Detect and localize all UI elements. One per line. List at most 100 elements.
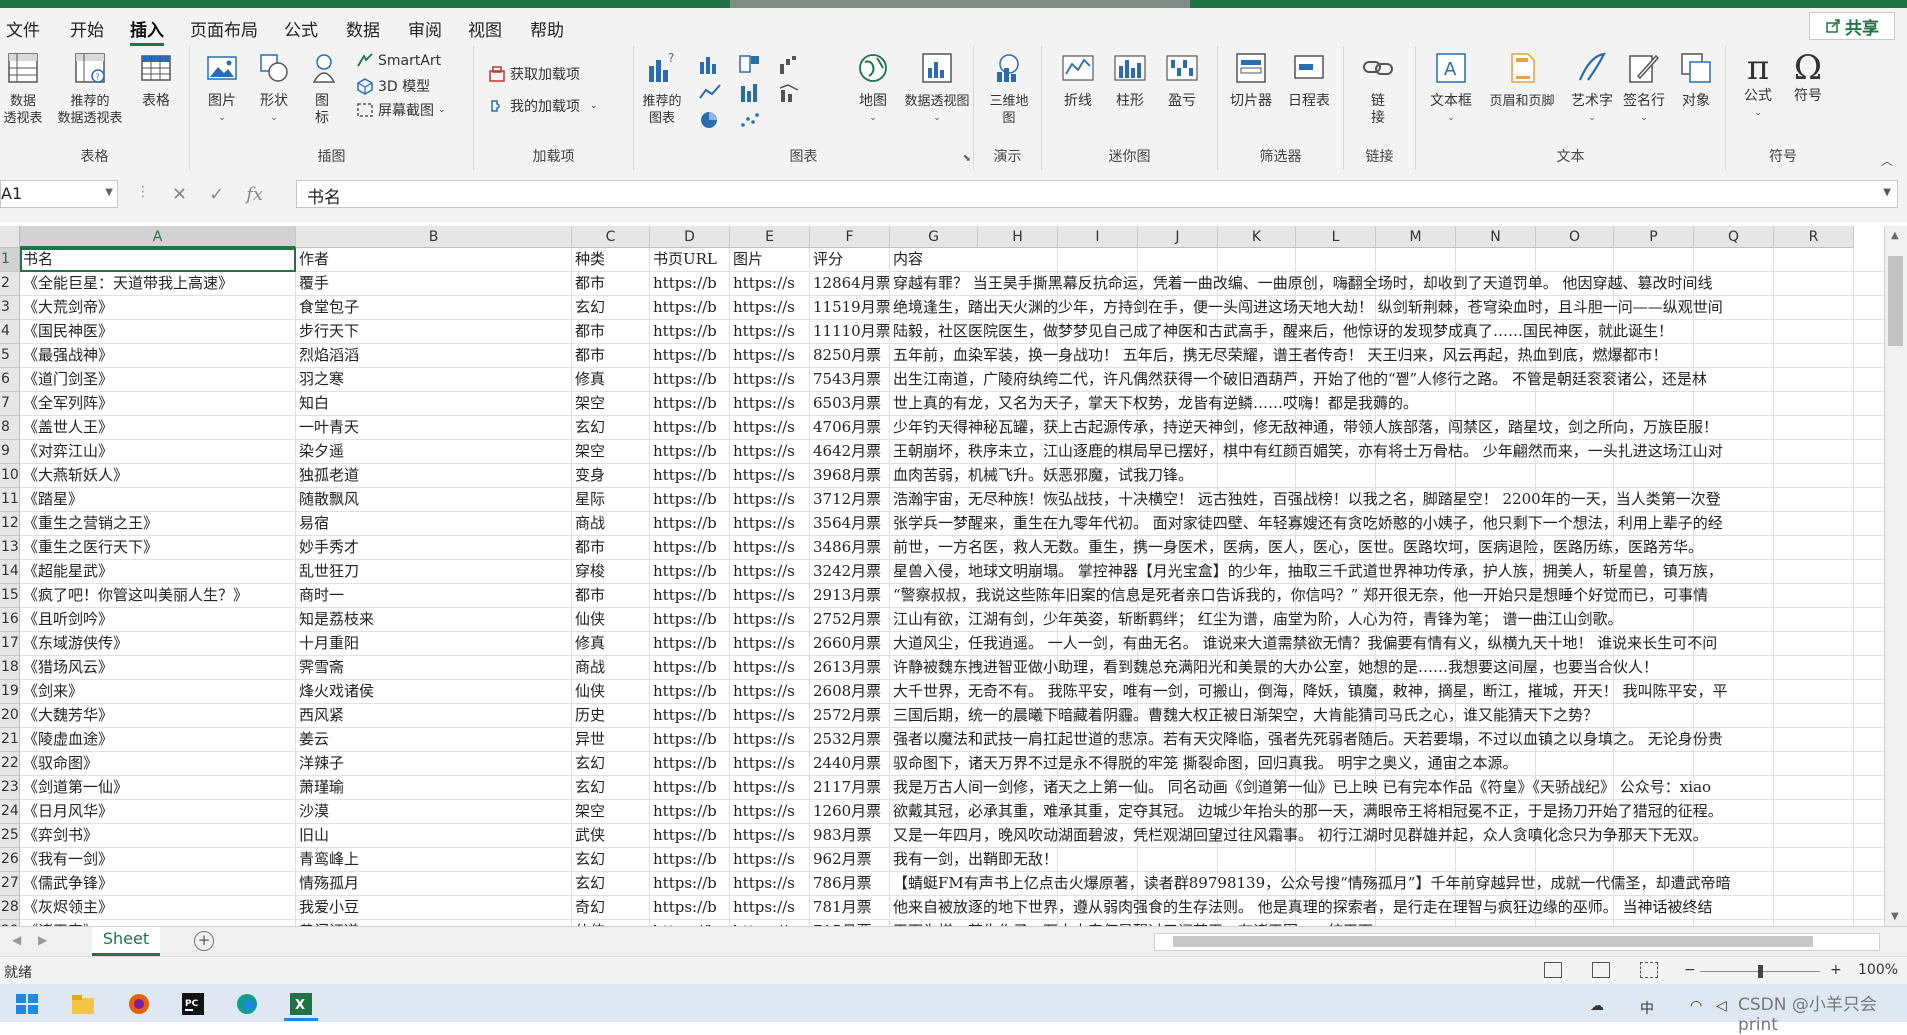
table-cell[interactable]: 《猎场风云》 bbox=[20, 656, 296, 680]
table-cell[interactable]: https://b bbox=[650, 776, 730, 800]
symbol-button[interactable]: Ω 符号 bbox=[1786, 50, 1830, 105]
menu-view[interactable]: 视图 bbox=[468, 16, 502, 41]
table-cell[interactable]: https://b bbox=[650, 488, 730, 512]
table-cell[interactable]: https://s bbox=[730, 656, 810, 680]
link-button[interactable]: 链 接 bbox=[1358, 50, 1398, 127]
table-cell[interactable]: https://s bbox=[730, 464, 810, 488]
sheet-tab[interactable]: Sheet bbox=[92, 927, 160, 956]
menu-formulas[interactable]: 公式 bbox=[284, 16, 318, 41]
row-header[interactable]: 24 bbox=[0, 800, 20, 824]
table-cell[interactable]: 修真 bbox=[572, 632, 650, 656]
pivot-table-button[interactable]: 数据 透视表 bbox=[2, 50, 44, 127]
table-cell[interactable]: 4642月票 bbox=[810, 440, 890, 464]
table-cell[interactable]: 羽之寒 bbox=[296, 368, 572, 392]
table-cell[interactable]: 2660月票 bbox=[810, 632, 890, 656]
table-cell[interactable]: 强者以魔法和武技一肩扛起世道的悲凉。若有天灾降临，强者先死弱者随后。天若要塌，不… bbox=[890, 728, 1884, 752]
cloud-icon[interactable]: ☁ bbox=[1590, 998, 1604, 1014]
table-cell[interactable]: 《国民神医》 bbox=[20, 320, 296, 344]
page-layout-view-icon[interactable] bbox=[1592, 962, 1610, 978]
table-cell[interactable]: https://s bbox=[730, 896, 810, 920]
table-cell[interactable]: https://s bbox=[730, 440, 810, 464]
table-cell[interactable]: 2613月票 bbox=[810, 656, 890, 680]
menu-page-layout[interactable]: 页面布局 bbox=[190, 16, 258, 41]
table-cell[interactable]: https://b bbox=[650, 272, 730, 296]
vertical-scroll-thumb[interactable] bbox=[1888, 256, 1903, 346]
table-cell[interactable]: 妙手秀才 bbox=[296, 536, 572, 560]
table-cell[interactable]: 《灰烬领主》 bbox=[20, 896, 296, 920]
table-cell[interactable]: 世上真的有龙，又名为天子，掌天下权势，龙皆有逆鳞……哎嗨！都是我薅的。 bbox=[890, 392, 1884, 416]
table-cell[interactable]: 天下为棋，苍生作子，万古大帝何是醒过三问苍天，有诸天图，一统天下 bbox=[890, 920, 1884, 926]
table-cell[interactable]: 《剑来》 bbox=[20, 680, 296, 704]
table-cell[interactable]: 独孤老道 bbox=[296, 464, 572, 488]
collapse-ribbon-icon[interactable]: ︿ bbox=[1881, 152, 1893, 169]
table-cell[interactable]: 少年钓天得神秘瓦罐，获上古起源传承，持逆天神剑，修无敌神通，带领人族部落，闯禁区… bbox=[890, 416, 1884, 440]
table-cell[interactable]: 玄幻 bbox=[572, 296, 650, 320]
zoom-slider-knob[interactable] bbox=[1758, 965, 1763, 978]
table-cell[interactable]: 烽火戏诸侯 bbox=[296, 680, 572, 704]
screenshot-button[interactable]: 屏幕截图 ⌄ bbox=[356, 100, 446, 120]
table-cell[interactable]: 旧山 bbox=[296, 824, 572, 848]
table-cell[interactable]: 许静被魏东拽进智亚做小助理，看到魏总充满阳光和美景的大办公室，她想的是……我想要… bbox=[890, 656, 1884, 680]
table-cell[interactable]: 1260月票 bbox=[810, 800, 890, 824]
share-button[interactable]: 共享 bbox=[1809, 12, 1895, 40]
table-cell[interactable]: 奇幻 bbox=[572, 896, 650, 920]
table-cell[interactable]: 武侠 bbox=[572, 824, 650, 848]
menu-insert[interactable]: 插入 bbox=[130, 16, 164, 41]
row-header[interactable]: 23 bbox=[0, 776, 20, 800]
sparkline-line-button[interactable]: 折线 bbox=[1058, 50, 1098, 110]
enter-icon[interactable]: ✓ bbox=[209, 184, 224, 205]
table-cell[interactable]: https://s bbox=[730, 824, 810, 848]
table-cell[interactable]: 大千世界，无奇不有。 我陈平安，唯有一剑，可搬山，倒海，降妖，镇魔，敕神，摘星，… bbox=[890, 680, 1884, 704]
table-cell[interactable]: https://s bbox=[730, 632, 810, 656]
table-cell[interactable]: 异世 bbox=[572, 728, 650, 752]
table-cell[interactable]: 姜云 bbox=[296, 728, 572, 752]
table-cell[interactable]: 玄幻 bbox=[572, 776, 650, 800]
row-header[interactable]: 12 bbox=[0, 512, 20, 536]
chevron-down-icon[interactable]: ▼ bbox=[105, 187, 113, 198]
table-cell[interactable]: https://b bbox=[650, 656, 730, 680]
table-cell[interactable]: 《且听剑吟》 bbox=[20, 608, 296, 632]
table-cell[interactable]: 《儒武争锋》 bbox=[20, 872, 296, 896]
column-header-n[interactable]: N bbox=[1456, 226, 1536, 248]
table-cell[interactable]: 血肉苦弱，机械飞升。妖恶邪魔，试我刀锋。 bbox=[890, 464, 1884, 488]
table-cell[interactable]: 食堂包子 bbox=[296, 296, 572, 320]
table-cell[interactable]: 《弈剑书》 bbox=[20, 824, 296, 848]
table-cell[interactable]: 沙漠 bbox=[296, 800, 572, 824]
scroll-up-icon[interactable]: ▲ bbox=[1891, 230, 1899, 241]
select-all-corner[interactable] bbox=[0, 226, 20, 248]
table-cell[interactable]: 随散飘风 bbox=[296, 488, 572, 512]
table-cell[interactable]: 11519月票 bbox=[810, 296, 890, 320]
table-cell[interactable]: https://s bbox=[730, 392, 810, 416]
table-cell[interactable]: https://b bbox=[650, 680, 730, 704]
row-header[interactable]: 13 bbox=[0, 536, 20, 560]
menu-review[interactable]: 审阅 bbox=[408, 16, 442, 41]
table-cell[interactable]: https://s bbox=[730, 800, 810, 824]
row-header[interactable]: 19 bbox=[0, 680, 20, 704]
normal-view-icon[interactable] bbox=[1544, 962, 1562, 978]
table-cell[interactable]: 萧瑾瑜 bbox=[296, 776, 572, 800]
timeline-button[interactable]: 日程表 bbox=[1284, 50, 1334, 110]
table-cell[interactable]: https://b bbox=[650, 392, 730, 416]
table-cell[interactable]: 十月重阳 bbox=[296, 632, 572, 656]
file-explorer-icon[interactable] bbox=[70, 992, 96, 1016]
row-header[interactable]: 2 bbox=[0, 272, 20, 296]
table-cell[interactable]: 《道门剑圣》 bbox=[20, 368, 296, 392]
header-cell[interactable]: 种类 bbox=[572, 248, 650, 272]
table-cell[interactable]: 《全能巨星：天道带我上高速》 bbox=[20, 272, 296, 296]
row-header[interactable]: 27 bbox=[0, 872, 20, 896]
header-cell[interactable]: 图片 bbox=[730, 248, 810, 272]
table-cell[interactable]: 《盖世人王》 bbox=[20, 416, 296, 440]
column-header-i[interactable]: I bbox=[1058, 226, 1138, 248]
header-cell[interactable]: 书页URL bbox=[650, 248, 730, 272]
table-cell[interactable]: https://b bbox=[650, 728, 730, 752]
table-cell[interactable]: https://b bbox=[650, 584, 730, 608]
table-cell[interactable]: https://b bbox=[650, 872, 730, 896]
column-header-m[interactable]: M bbox=[1376, 226, 1456, 248]
row-header[interactable]: 17 bbox=[0, 632, 20, 656]
table-cell[interactable]: 修真 bbox=[572, 368, 650, 392]
row-header[interactable]: 7 bbox=[0, 392, 20, 416]
table-cell[interactable]: “警察叔叔，我说这些陈年旧案的信息是死者亲口告诉我的，你信吗？” 郑开很无奈，他… bbox=[890, 584, 1884, 608]
scroll-down-icon[interactable]: ▼ bbox=[1891, 911, 1899, 922]
table-cell[interactable]: https://b bbox=[650, 824, 730, 848]
edge-icon[interactable] bbox=[234, 992, 260, 1016]
